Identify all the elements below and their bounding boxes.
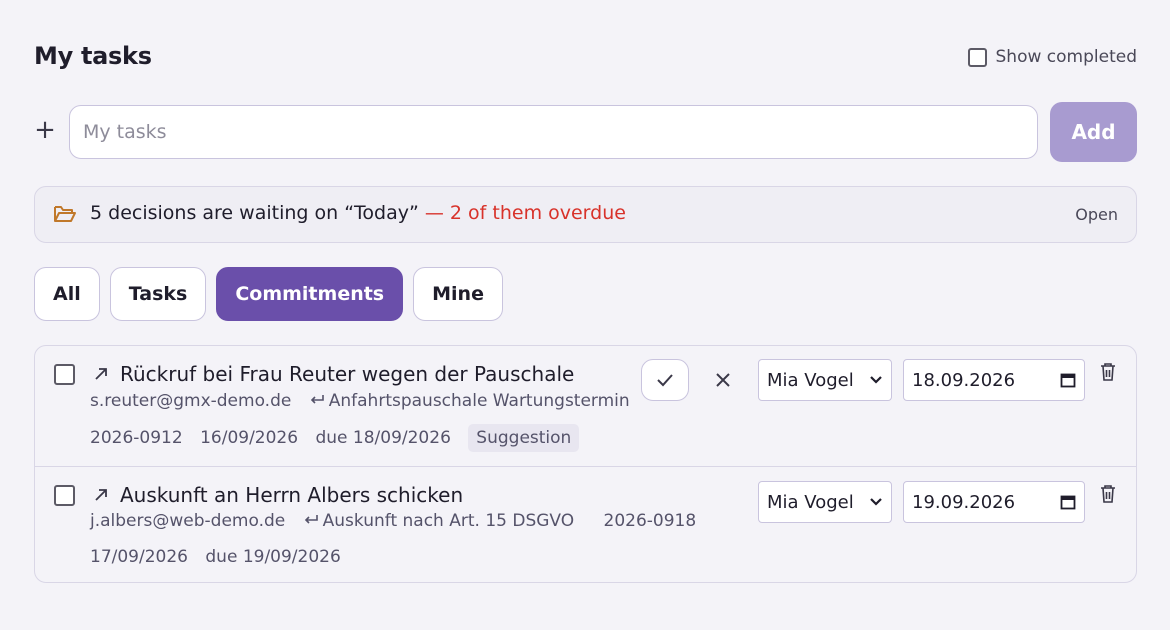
banner-text: 5 decisions are waiting on “Today”	[90, 202, 419, 224]
folder-open-icon	[54, 206, 76, 222]
task-reference: 2026-0918	[603, 511, 697, 531]
chevron-down-icon	[870, 498, 882, 506]
reply-icon	[310, 395, 324, 404]
task-checkbox[interactable]	[54, 485, 75, 506]
page-title: My tasks	[34, 42, 152, 70]
task-reference: 2026-0912	[90, 428, 183, 448]
due-date-value: 19.09.2026	[912, 491, 1016, 513]
add-task-button[interactable]: Add	[1050, 102, 1137, 162]
task-title[interactable]: Rückruf bei Frau Reuter wegen der Pausch…	[120, 362, 574, 386]
thread-ref: Auskunft nach Art. 15 DSGVO	[303, 511, 592, 531]
banner-message: 5 decisions are waiting on “Today” — 2 o…	[90, 202, 626, 224]
due-date-value: 18.09.2026	[912, 369, 1016, 391]
trash-icon[interactable]	[1099, 362, 1117, 382]
arrow-up-right-icon	[95, 489, 107, 501]
list-item: Rückruf bei Frau Reuter wegen der Pausch…	[35, 346, 1136, 467]
new-task-input[interactable]	[69, 105, 1038, 159]
list-item: Auskunft an Herrn Albers schicken j.albe…	[35, 467, 1136, 583]
plus-icon: +	[34, 115, 56, 145]
task-checkbox[interactable]	[54, 364, 75, 385]
assignee-select[interactable]: Mia Vogel	[758, 359, 892, 401]
trash-icon[interactable]	[1099, 484, 1117, 504]
task-details-line: 17/09/2026 due 19/09/2026	[90, 547, 353, 567]
task-due-date: due 19/09/2026	[205, 547, 341, 567]
suggestion-badge: Suggestion	[468, 424, 580, 452]
assignee-value: Mia Vogel	[767, 369, 854, 391]
show-completed-checkbox[interactable]	[967, 47, 987, 67]
new-task-row: + Add	[34, 102, 1137, 162]
calendar-icon[interactable]	[1060, 372, 1076, 388]
thread-subject: Auskunft nach Art. 15 DSGVO	[322, 511, 575, 531]
filter-all[interactable]: All	[34, 267, 100, 321]
chevron-down-icon	[870, 376, 882, 384]
filter-tabs: All Tasks Commitments Mine	[34, 267, 503, 321]
filter-mine[interactable]: Mine	[413, 267, 503, 321]
filter-commitments[interactable]: Commitments	[216, 267, 404, 321]
task-email[interactable]: s.reuter@gmx-demo.de	[90, 391, 291, 411]
task-created-date: 16/09/2026	[200, 428, 299, 448]
task-list: Rückruf bei Frau Reuter wegen der Pausch…	[34, 345, 1137, 583]
header: My tasks Show completed	[34, 40, 1137, 74]
assignee-select[interactable]: Mia Vogel	[758, 481, 892, 523]
due-date-input[interactable]: 19.09.2026	[903, 481, 1085, 523]
due-date-input[interactable]: 18.09.2026	[903, 359, 1085, 401]
overdue-text: — 2 of them overdue	[424, 202, 626, 224]
filter-tasks[interactable]: Tasks	[109, 267, 207, 321]
thread-ref: Anfahrtspauschale Wartungstermin	[309, 391, 642, 411]
calendar-icon[interactable]	[1060, 494, 1076, 510]
decisions-banner[interactable]: 5 decisions are waiting on “Today” — 2 o…	[34, 186, 1137, 243]
accept-suggestion-button[interactable]	[641, 359, 689, 401]
close-icon[interactable]	[715, 372, 731, 388]
thread-subject: Anfahrtspauschale Wartungstermin	[328, 391, 630, 411]
reply-icon	[304, 515, 318, 524]
arrow-up-right-icon	[95, 368, 107, 380]
task-meta-line: j.albers@web-demo.de Auskunft nach Art. …	[90, 511, 708, 531]
check-icon	[657, 374, 673, 387]
task-meta-line: s.reuter@gmx-demo.de Anfahrtspauschale W…	[90, 391, 654, 411]
task-title[interactable]: Auskunft an Herrn Albers schicken	[120, 483, 463, 507]
task-email[interactable]: j.albers@web-demo.de	[90, 511, 285, 531]
show-completed-label: Show completed	[995, 47, 1137, 67]
task-created-date: 17/09/2026	[90, 547, 188, 567]
task-details-line: 2026-0912 16/09/2026 due 18/09/2026 Sugg…	[90, 424, 591, 452]
assignee-value: Mia Vogel	[767, 491, 854, 513]
task-due-date: due 18/09/2026	[315, 428, 451, 448]
show-completed-toggle[interactable]: Show completed	[967, 47, 1137, 67]
banner-open-link[interactable]: Open	[1075, 205, 1118, 224]
